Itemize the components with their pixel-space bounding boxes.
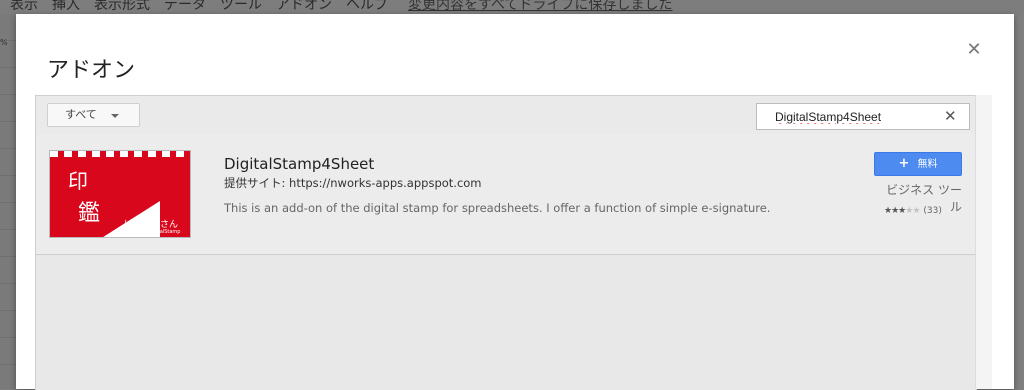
search-box: ✕ [756, 103, 970, 130]
menu-tools: ツール [220, 0, 262, 13]
thumbnail-kanji-1: 印 [68, 169, 88, 193]
dialog-title: アドオン [47, 58, 136, 83]
close-icon[interactable]: ✕ [964, 40, 984, 60]
install-label: 無料 [917, 159, 938, 170]
search-input[interactable] [775, 108, 935, 125]
menu-help: ヘルプ [346, 0, 388, 13]
zoom-percent: % [0, 38, 8, 47]
menu-format: 表示形式 [94, 0, 150, 13]
addon-name[interactable]: DigitalStamp4Sheet [224, 155, 374, 173]
clear-icon[interactable]: ✕ [944, 107, 957, 125]
plus-icon: + [898, 156, 910, 171]
menu-addons: アドオン [276, 0, 332, 13]
category-filter-dropdown[interactable]: すべて [47, 103, 140, 127]
chevron-down-icon [111, 114, 119, 118]
addon-thumbnail: 印 鑑 はんこ屋さん DigitalStamp [49, 150, 191, 238]
addons-toolbar: すべて ✕ [36, 96, 976, 134]
menu-data: データ [164, 0, 206, 13]
scrollbar[interactable] [975, 95, 992, 389]
install-free-button[interactable]: + 無料 [874, 152, 962, 176]
addon-provider: 提供サイト: https://nworks-apps.appspot.com [224, 176, 482, 190]
addons-dialog: アドオン ✕ すべて ✕ 印 鑑 はんこ屋さん DigitalStamp Dig… [16, 14, 1014, 390]
addon-list-item[interactable]: 印 鑑 はんこ屋さん DigitalStamp DigitalStamp4She… [36, 134, 976, 255]
addon-description: This is an add-on of the digital stamp f… [224, 201, 771, 215]
background-sheet-strip: % [0, 14, 16, 389]
filter-label: すべて [65, 108, 97, 121]
menu-view: 表示 [10, 0, 38, 13]
background-menubar: 表示 挿入 表示形式 データ ツール アドオン ヘルプ 変更内容をすべてドライブ… [0, 0, 1024, 14]
save-status-link: 変更内容をすべてドライブに保存しました [408, 0, 673, 13]
rating-count: (33) [923, 206, 942, 216]
star-rating-icon: ★★★★★ [884, 206, 920, 216]
thumbnail-subtitle-2: DigitalStamp [148, 229, 181, 235]
addon-rating: ★★★★★ (33) [884, 206, 942, 216]
addons-panel: すべて ✕ 印 鑑 はんこ屋さん DigitalStamp DigitalSta… [35, 95, 977, 390]
thumbnail-kanji-2: 鑑 [78, 201, 101, 226]
thumbnail-scallop-border [50, 151, 190, 157]
menu-insert: 挿入 [52, 0, 80, 13]
star-icon: ★ [912, 206, 920, 216]
